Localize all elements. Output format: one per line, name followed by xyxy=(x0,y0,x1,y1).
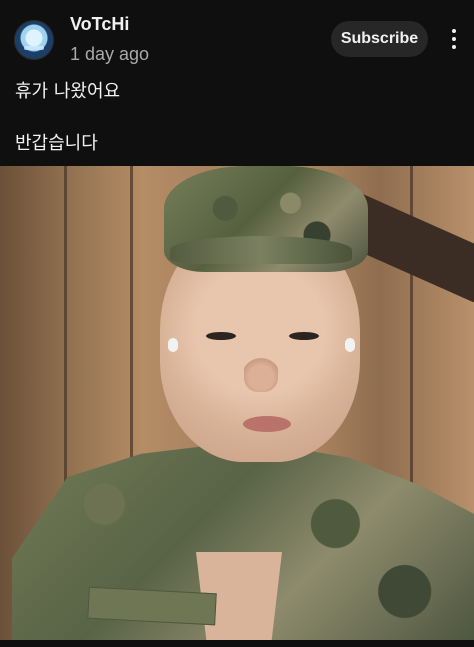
mouth xyxy=(243,416,291,432)
channel-avatar-icon[interactable] xyxy=(14,20,54,60)
earbud-icon xyxy=(345,338,355,352)
cap-brim xyxy=(170,236,352,264)
post-text-line: 휴가 나왔어요 xyxy=(15,81,121,102)
left-eye xyxy=(206,332,236,340)
earbud-icon xyxy=(168,338,178,352)
menu-dot xyxy=(452,29,456,33)
bottom-edge xyxy=(0,640,474,647)
post-text: 휴가 나왔어요 반갑습니다 xyxy=(15,79,460,157)
post-header: VoTcHi 1 day ago Subscribe xyxy=(0,0,474,72)
right-eye xyxy=(289,332,319,340)
post-timestamp: 1 day ago xyxy=(70,44,150,64)
nose xyxy=(244,356,278,392)
menu-dot xyxy=(452,37,456,41)
post-photo[interactable] xyxy=(0,166,474,640)
post-text-line: 반갑습니다 xyxy=(15,133,98,154)
subscribe-button[interactable]: Subscribe xyxy=(331,21,428,57)
channel-name[interactable]: VoTcHi xyxy=(70,14,129,35)
name-tape xyxy=(87,586,217,626)
more-vert-icon[interactable] xyxy=(442,22,466,56)
menu-dot xyxy=(452,45,456,49)
